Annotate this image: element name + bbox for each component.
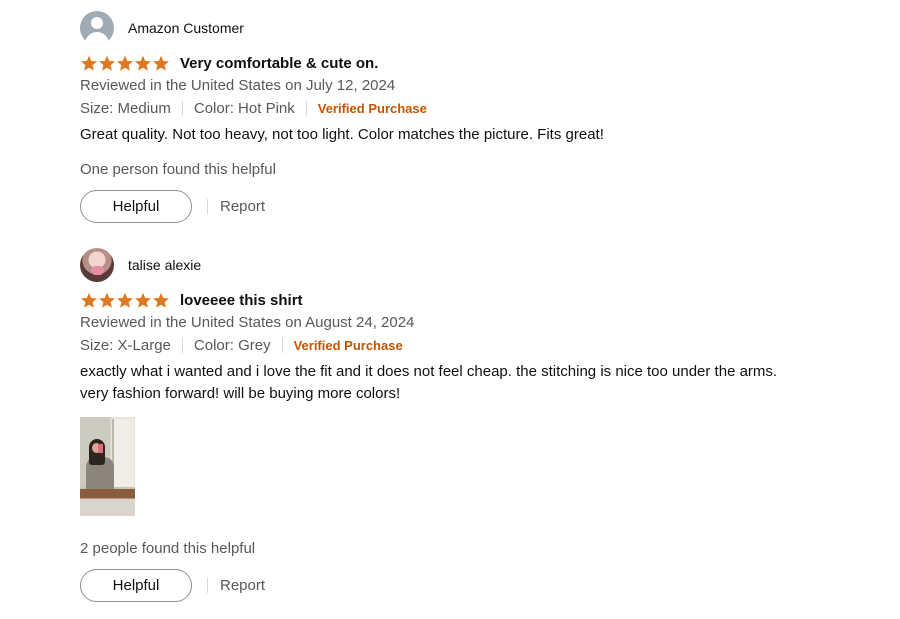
star-rating[interactable] <box>80 292 170 309</box>
divider <box>181 101 183 116</box>
star-icon <box>98 55 116 72</box>
star-icon <box>116 55 134 72</box>
review-date: Reviewed in the United States on July 12… <box>80 77 396 94</box>
size-label[interactable]: Size: X-Large <box>80 337 171 354</box>
color-label[interactable]: Color: Hot Pink <box>194 100 295 117</box>
review-card: talise alexie loveeee this shirt Reviewe… <box>80 247 880 602</box>
star-icon <box>116 292 134 309</box>
divider <box>181 338 183 353</box>
size-label[interactable]: Size: Medium <box>80 100 171 117</box>
review-date: Reviewed in the United States on August … <box>80 314 415 331</box>
report-link[interactable]: Report <box>220 577 265 594</box>
star-icon <box>80 292 98 309</box>
helpful-count: 2 people found this helpful <box>80 540 256 557</box>
review-body: Great quality. Not too heavy, not too li… <box>80 126 604 143</box>
divider <box>281 338 283 353</box>
helpful-button[interactable]: Helpful <box>80 190 192 223</box>
product-variant: Size: Medium Color: Hot Pink Verified Pu… <box>80 97 880 120</box>
review-title[interactable]: loveeee this shirt <box>180 292 303 309</box>
review-actions: Helpful Report <box>80 190 880 223</box>
customer-photo-thumbnail[interactable] <box>80 417 135 516</box>
helpful-count: One person found this helpful <box>80 161 276 178</box>
product-variant: Size: X-Large Color: Grey Verified Purch… <box>80 334 880 357</box>
reviewer-name[interactable]: Amazon Customer <box>128 20 244 36</box>
star-icon <box>134 55 152 72</box>
star-icon <box>80 55 98 72</box>
star-rating[interactable] <box>80 55 170 72</box>
star-icon <box>152 55 170 72</box>
review-body: exactly what i wanted and i love the fit… <box>80 361 880 405</box>
report-link[interactable]: Report <box>220 198 265 215</box>
verified-purchase-badge[interactable]: Verified Purchase <box>318 101 427 116</box>
divider <box>305 101 307 116</box>
helpful-button[interactable]: Helpful <box>80 569 192 602</box>
review-title[interactable]: Very comfortable & cute on. <box>180 55 378 72</box>
divider <box>207 578 208 593</box>
star-icon <box>134 292 152 309</box>
color-label[interactable]: Color: Grey <box>194 337 271 354</box>
user-photo-avatar <box>80 248 114 282</box>
review-card: Amazon Customer Very comfortable & cute … <box>80 10 880 223</box>
star-icon <box>98 292 116 309</box>
divider <box>207 199 208 214</box>
reviewer-profile[interactable]: Amazon Customer <box>80 10 880 46</box>
review-actions: Helpful Report <box>80 569 880 602</box>
star-icon <box>152 292 170 309</box>
reviewer-name[interactable]: talise alexie <box>128 257 201 273</box>
default-user-icon <box>80 11 114 45</box>
verified-purchase-badge[interactable]: Verified Purchase <box>294 338 403 353</box>
review-body-line: very fashion forward! will be buying mor… <box>80 385 401 402</box>
reviewer-profile[interactable]: talise alexie <box>80 247 880 283</box>
review-body-line: exactly what i wanted and i love the fit… <box>80 363 778 380</box>
